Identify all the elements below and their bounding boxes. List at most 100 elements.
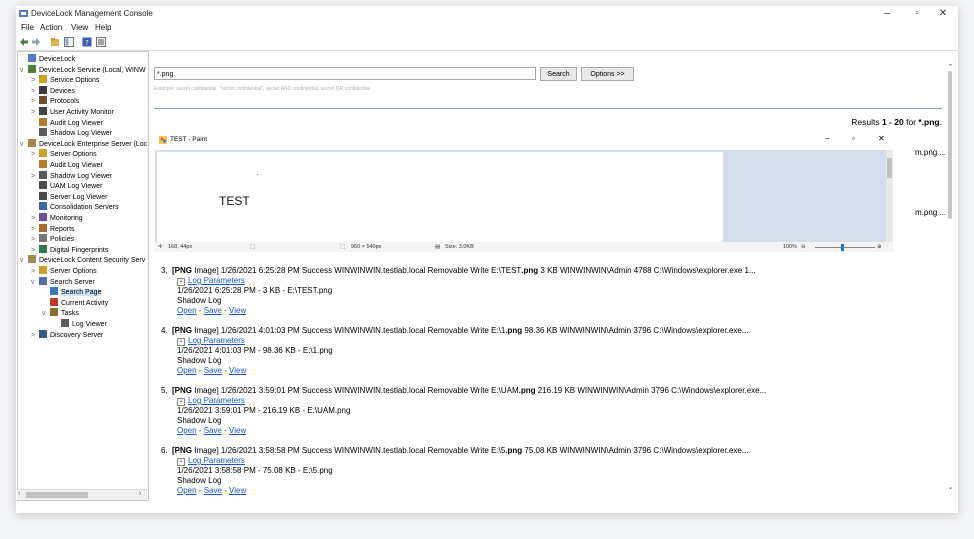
open-link[interactable]: Open (177, 486, 197, 495)
search-input[interactable]: *.png (154, 67, 536, 80)
log-parameters-link[interactable]: Log Parameters (188, 456, 245, 465)
save-link[interactable]: Save (204, 306, 222, 315)
zoom-slider-thumb[interactable] (841, 244, 844, 251)
expand-plus-icon[interactable]: + (177, 458, 185, 466)
view-link[interactable]: View (229, 486, 246, 495)
tree-item[interactable]: > Monitoring (31, 213, 83, 223)
folder-up-icon[interactable] (50, 37, 60, 47)
tree-item[interactable]: Audit Log Viewer (31, 117, 103, 128)
open-link[interactable]: Open (177, 366, 197, 375)
scroll-right-icon[interactable]: › (139, 490, 141, 497)
expand-plus-icon[interactable]: + (177, 278, 185, 286)
menu-view[interactable]: View (71, 23, 88, 32)
menu-file[interactable]: File (21, 23, 34, 32)
collapse-chevron-icon[interactable]: v (31, 278, 39, 288)
tree-item[interactable]: Server Log Viewer (31, 191, 107, 202)
tree-item[interactable]: > Service Options (31, 75, 99, 85)
collapse-chevron-icon[interactable]: v (20, 140, 28, 150)
back-arrow-icon[interactable] (19, 37, 29, 47)
forward-arrow-icon[interactable] (31, 37, 41, 47)
main-scroll-thumb[interactable] (948, 71, 952, 219)
tree-item[interactable]: > Server Options (31, 149, 97, 159)
scroll-left-icon[interactable]: ‹ (18, 490, 20, 497)
tree-item[interactable]: > Discovery Server (31, 329, 103, 341)
expand-chevron-icon[interactable]: > (31, 331, 39, 341)
log-parameters-link[interactable]: Log Parameters (188, 276, 245, 285)
save-link[interactable]: Save (204, 426, 222, 435)
tree-item[interactable]: > Protocols (31, 96, 79, 106)
zoom-out-icon[interactable]: ⊖ (801, 244, 806, 250)
main-vertical-scrollbar[interactable]: ⌃ ⌄ (947, 51, 954, 499)
paint-canvas[interactable]: ● TEST (157, 152, 723, 242)
tree-item[interactable]: > Digital Fingerprints (31, 244, 108, 256)
scroll-down-icon[interactable]: ⌄ (947, 483, 954, 491)
tree-item[interactable]: v DeviceLock Content Security Serv (20, 255, 145, 265)
paint-minimize-button[interactable]: – (825, 134, 829, 143)
paint-close-button[interactable]: ✕ (878, 134, 885, 143)
options-button[interactable]: Options >> (581, 67, 634, 81)
log-parameters-row[interactable]: + Log Parameters (161, 276, 756, 286)
expand-chevron-icon[interactable]: > (31, 97, 39, 107)
tree-item[interactable]: > Policies (31, 234, 74, 244)
expand-chevron-icon[interactable]: > (31, 235, 39, 245)
tree-horizontal-scrollbar[interactable]: ‹ › (17, 489, 147, 500)
search-button[interactable]: Search (540, 67, 577, 81)
tree-item[interactable]: DeviceLock (20, 54, 75, 64)
tree-item[interactable]: v DeviceLock Enterprise Server (Loc (20, 138, 147, 150)
open-link[interactable]: Open (177, 306, 197, 315)
show-hide-tree-icon[interactable] (64, 37, 74, 47)
close-button[interactable]: ✕ (930, 6, 956, 22)
tree-item[interactable]: v DeviceLock Service (Local, WINW (20, 64, 146, 76)
expand-chevron-icon[interactable]: > (31, 225, 39, 235)
paint-vertical-scrollbar[interactable] (886, 150, 893, 242)
save-link[interactable]: Save (204, 486, 222, 495)
tree-item[interactable]: > Reports (31, 223, 75, 235)
tree-item[interactable]: Search Page (42, 287, 102, 297)
tree-item[interactable]: Shadow Log Viewer (31, 128, 112, 138)
help-icon[interactable]: ? (82, 37, 92, 47)
expand-chevron-icon[interactable]: > (31, 108, 39, 118)
paint-scroll-thumb[interactable] (887, 158, 892, 178)
expand-chevron-icon[interactable]: > (31, 214, 39, 224)
view-link[interactable]: View (229, 426, 246, 435)
log-parameters-link[interactable]: Log Parameters (188, 396, 245, 405)
paint-maximize-button[interactable]: ▫ (852, 134, 855, 143)
tree-item[interactable]: > Shadow Log Viewer (31, 170, 112, 182)
menu-action[interactable]: Action (40, 23, 62, 32)
view-link[interactable]: View (229, 366, 246, 375)
expand-chevron-icon[interactable]: > (31, 267, 39, 277)
expand-chevron-icon[interactable]: > (31, 246, 39, 256)
tree-item[interactable]: > Devices (31, 85, 75, 97)
expand-plus-icon[interactable]: + (177, 398, 185, 406)
log-parameters-row[interactable]: + Log Parameters (161, 456, 749, 466)
tree-item[interactable]: Consolidation Servers (31, 202, 118, 212)
save-link[interactable]: Save (204, 366, 222, 375)
zoom-slider[interactable] (815, 247, 875, 248)
tree-item[interactable]: Audit Log Viewer (31, 160, 103, 170)
tree-item[interactable]: > Server Options (31, 266, 97, 276)
expand-chevron-icon[interactable]: > (31, 150, 39, 160)
maximize-button[interactable]: ▫ (904, 6, 930, 22)
tree-item[interactable]: v Tasks (42, 308, 79, 318)
tree-scroll-thumb[interactable] (26, 492, 88, 498)
expand-chevron-icon[interactable]: > (31, 87, 39, 97)
collapse-chevron-icon[interactable]: v (42, 309, 50, 319)
zoom-in-icon[interactable]: ⊕ (877, 244, 882, 250)
expand-chevron-icon[interactable]: > (31, 172, 39, 182)
scroll-up-icon[interactable]: ⌃ (947, 63, 954, 71)
tree-item[interactable]: UAM Log Viewer (31, 181, 102, 191)
expand-plus-icon[interactable]: + (177, 338, 185, 346)
log-parameters-row[interactable]: + Log Parameters (161, 336, 749, 346)
properties-icon[interactable] (96, 37, 106, 47)
collapse-chevron-icon[interactable]: v (20, 256, 28, 266)
tree-item[interactable]: Log Viewer (53, 319, 107, 329)
collapse-chevron-icon[interactable]: v (20, 66, 28, 76)
minimize-button[interactable]: – (874, 6, 900, 22)
menu-help[interactable]: Help (95, 23, 111, 32)
expand-chevron-icon[interactable]: > (31, 76, 39, 86)
view-link[interactable]: View (229, 306, 246, 315)
open-link[interactable]: Open (177, 426, 197, 435)
tree-item[interactable]: Current Activity (42, 297, 108, 308)
log-parameters-row[interactable]: + Log Parameters (161, 396, 766, 406)
tree-item[interactable]: > User Activity Monitor (31, 107, 114, 117)
